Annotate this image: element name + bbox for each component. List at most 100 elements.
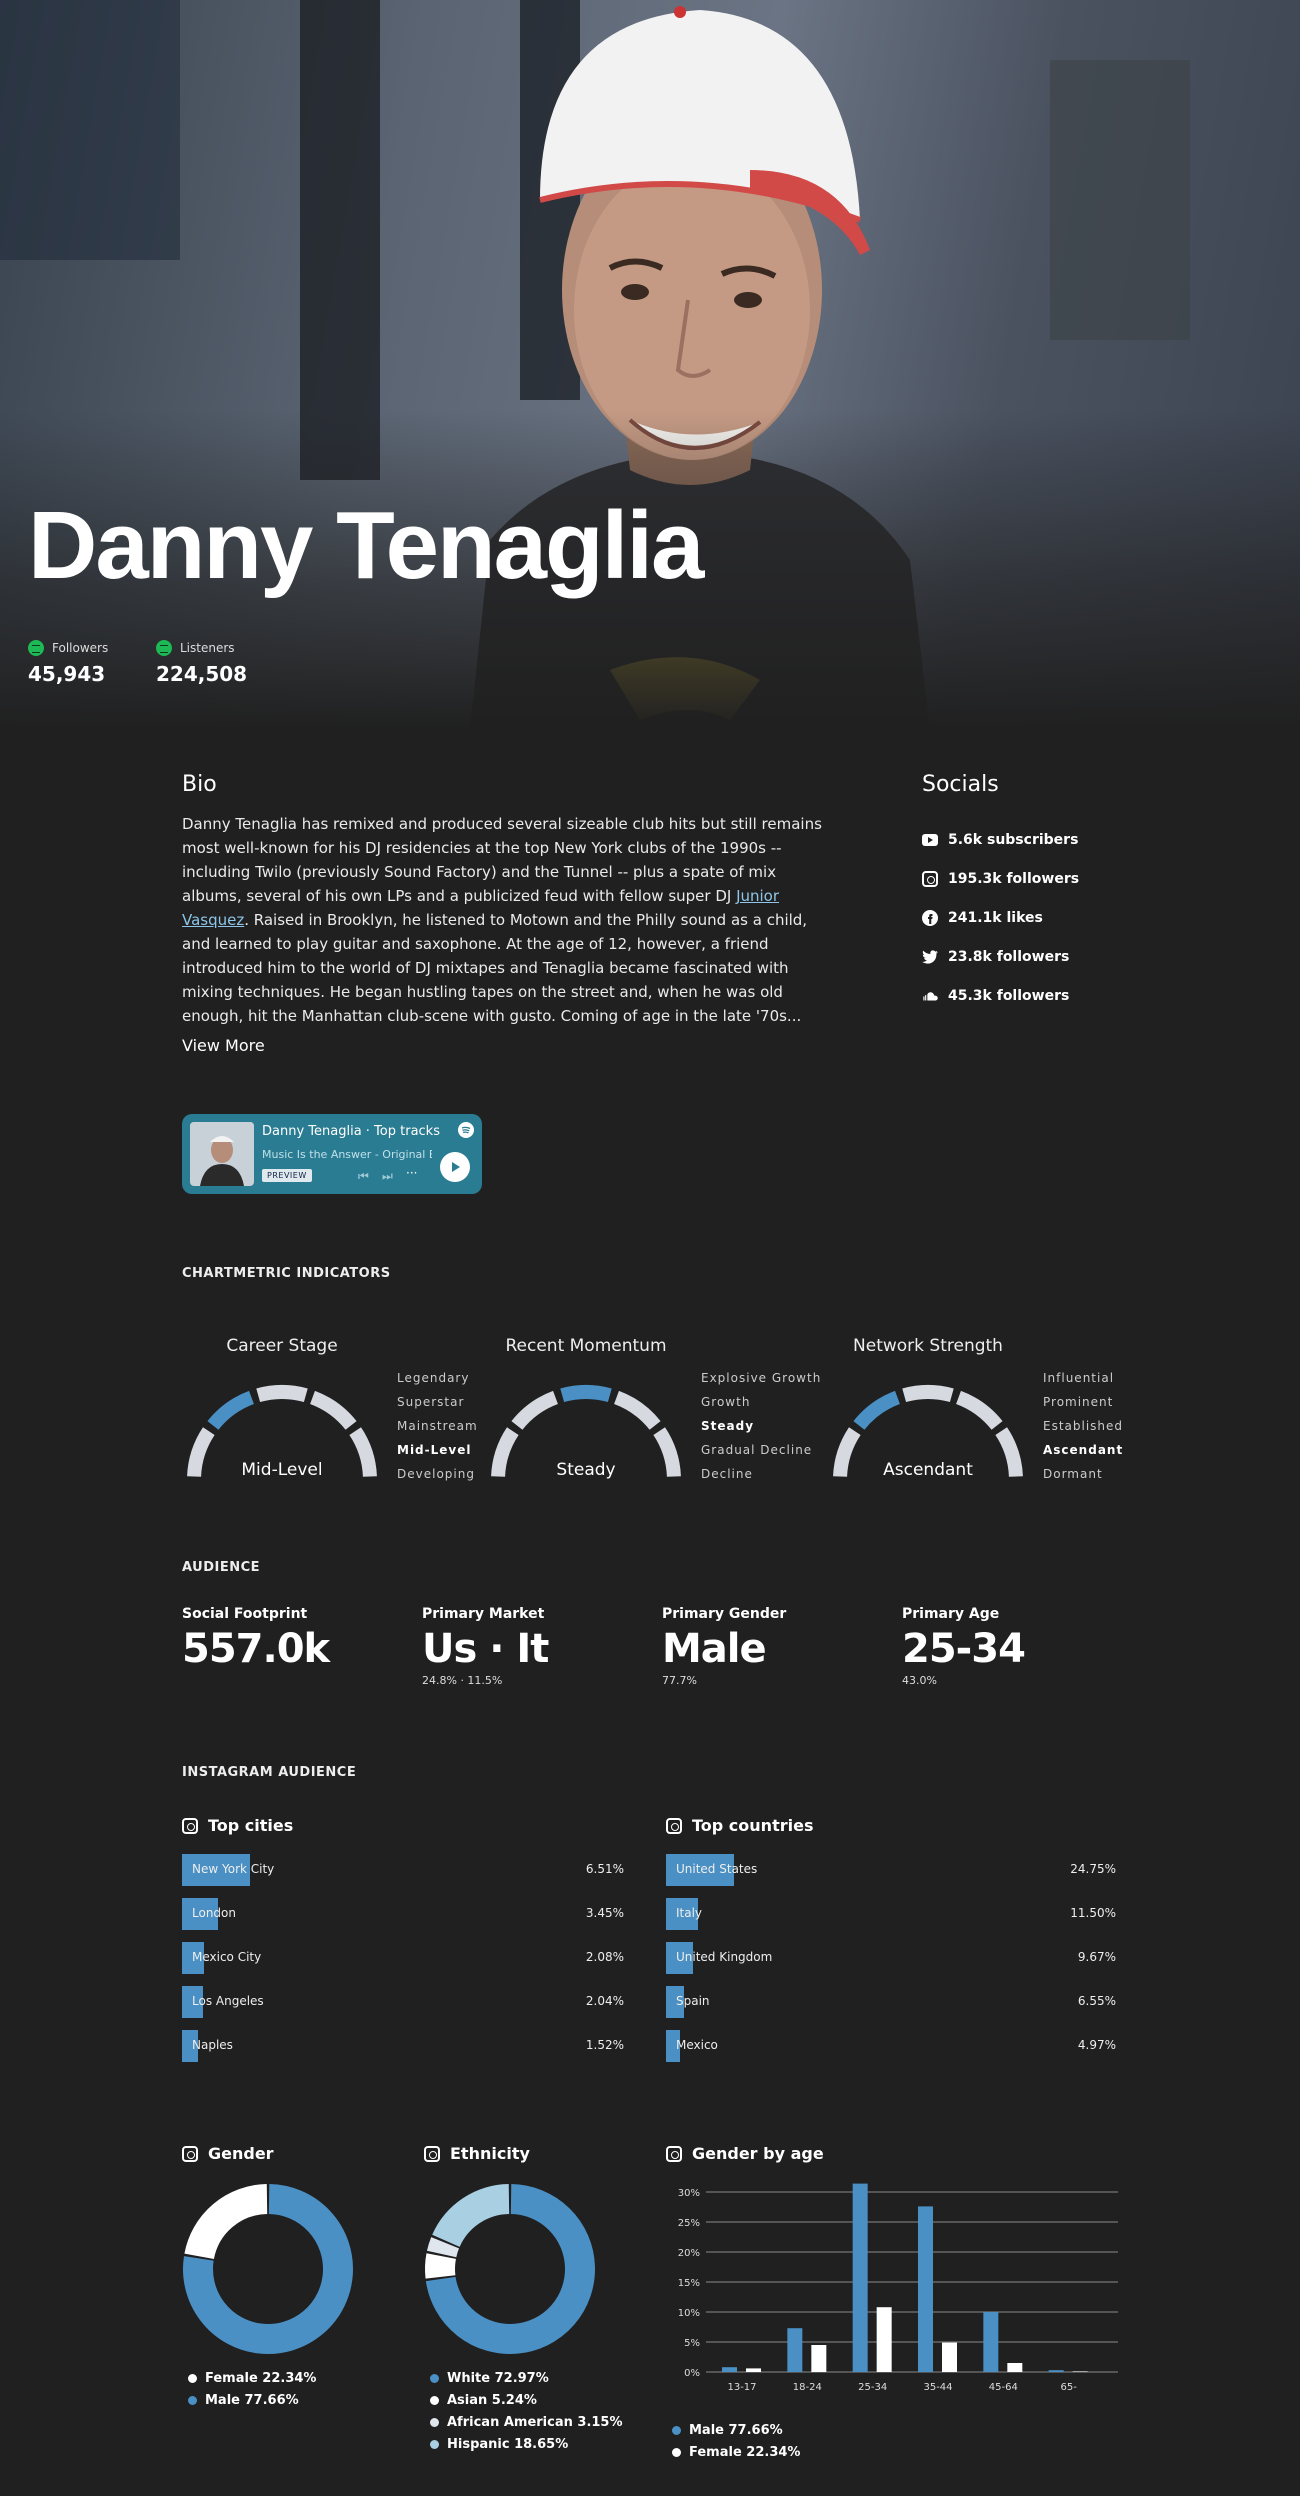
spotify-embed[interactable]: Danny Tenaglia · Top tracks Music Is the… bbox=[182, 1114, 482, 1194]
donut-slice bbox=[425, 2253, 457, 2279]
gauge-segment bbox=[309, 1390, 357, 1430]
social-facebook[interactable]: 241.1k likes bbox=[922, 898, 1079, 937]
legend-swatch bbox=[188, 2396, 197, 2405]
country-percent: 4.97% bbox=[1077, 2038, 1116, 2052]
bar-male bbox=[918, 2206, 933, 2372]
gender-by-age-legend: Male 77.66% Female 22.34% bbox=[672, 2420, 800, 2464]
artist-name: Danny Tenaglia bbox=[28, 492, 704, 599]
city-row: London 3.45% bbox=[182, 1898, 624, 1930]
city-row: Mexico City 2.08% bbox=[182, 1942, 624, 1974]
level-item: Prominent bbox=[1043, 1395, 1114, 1409]
network-strength-value: Ascendant bbox=[883, 1460, 973, 1480]
stat-sub: 77.7% bbox=[662, 1674, 697, 1687]
instagram-icon bbox=[182, 2145, 198, 2162]
legend-label: African American 3.15% bbox=[447, 2415, 623, 2430]
next-track-icon[interactable]: ⏭ bbox=[382, 1169, 393, 1184]
more-options-icon[interactable]: ··· bbox=[406, 1166, 417, 1180]
country-name: Italy bbox=[676, 1906, 703, 1920]
social-soundcloud[interactable]: 45.3k followers bbox=[922, 976, 1079, 1015]
level-item: Growth bbox=[701, 1395, 751, 1409]
twitter-icon bbox=[922, 949, 938, 965]
x-tick-label: 35-44 bbox=[923, 2382, 952, 2393]
level-item: Decline bbox=[701, 1467, 753, 1481]
bar-female bbox=[1007, 2363, 1023, 2372]
level-item-active: Mid-Level bbox=[397, 1443, 472, 1457]
bar-female bbox=[1072, 2371, 1088, 2372]
ethnicity-legend: White 72.97% Asian 5.24% African American … bbox=[430, 2368, 623, 2456]
instagram-icon bbox=[666, 2145, 682, 2162]
country-percent: 6.55% bbox=[1077, 1994, 1116, 2008]
city-row: Los Angeles 2.04% bbox=[182, 1986, 624, 2018]
instagram-icon bbox=[922, 870, 938, 887]
stat-label: Primary Gender bbox=[662, 1606, 787, 1622]
listeners-label: Listeners bbox=[180, 641, 235, 655]
play-button[interactable] bbox=[440, 1152, 470, 1182]
bio-text-start: Danny Tenaglia has remixed and produced … bbox=[182, 815, 822, 905]
city-name: London bbox=[192, 1906, 236, 1920]
gauge-segment bbox=[955, 1390, 1003, 1430]
legend-label: Male 77.66% bbox=[205, 2393, 299, 2408]
x-tick-label: 25-34 bbox=[858, 2382, 887, 2393]
view-more-button[interactable]: View More bbox=[182, 1036, 265, 1055]
top-cities-heading: Top cities bbox=[182, 1816, 293, 1835]
gender-by-age-title: Gender by age bbox=[692, 2144, 824, 2163]
level-item-active: Steady bbox=[701, 1419, 755, 1433]
stat-label: Primary Age bbox=[902, 1606, 1000, 1622]
y-tick-label: 20% bbox=[678, 2248, 700, 2259]
social-footprint-stat: Social Footprint 557.0k bbox=[182, 1606, 330, 1672]
legend-swatch bbox=[430, 2396, 439, 2405]
donut-slice bbox=[426, 2237, 460, 2258]
spotify-icon bbox=[156, 640, 172, 656]
previous-track-icon[interactable]: ⏮ bbox=[358, 1169, 369, 1184]
primary-age-stat: Primary Age 25-34 43.0% bbox=[902, 1606, 1026, 1687]
gauge-segment bbox=[560, 1385, 612, 1403]
city-name: Los Angeles bbox=[192, 1994, 264, 2008]
recent-momentum-levels: Explosive Growth Growth Steady Gradual D… bbox=[701, 1366, 821, 1486]
city-percent: 2.08% bbox=[585, 1950, 624, 1964]
stat-value: Male bbox=[662, 1626, 767, 1672]
bar-male bbox=[852, 2183, 868, 2372]
bar-male bbox=[1048, 2370, 1064, 2372]
top-countries-title: Top countries bbox=[692, 1816, 814, 1835]
level-item: Developing bbox=[397, 1467, 475, 1481]
soundcloud-icon bbox=[922, 988, 938, 1004]
donut-slice bbox=[184, 2184, 268, 2260]
embed-artist-thumbnail bbox=[190, 1122, 254, 1186]
level-item: Explosive Growth bbox=[701, 1371, 822, 1385]
country-percent: 24.75% bbox=[1070, 1862, 1116, 1876]
social-instagram[interactable]: 195.3k followers bbox=[922, 859, 1079, 898]
legend-swatch bbox=[672, 2448, 681, 2457]
city-percent: 1.52% bbox=[585, 2038, 624, 2052]
network-strength-levels: Influential Prominent Established Ascend… bbox=[1043, 1366, 1123, 1486]
legend-item: White 72.97% bbox=[430, 2368, 623, 2390]
instagram-audience-heading: INSTAGRAM AUDIENCE bbox=[182, 1765, 357, 1780]
y-tick-label: 15% bbox=[678, 2278, 700, 2289]
network-strength-title: Network Strength bbox=[853, 1336, 1003, 1356]
country-row: Mexico 4.97% bbox=[666, 2030, 1116, 2062]
primary-market-stat: Primary Market Us · It 24.8% · 11.5% bbox=[422, 1606, 549, 1687]
social-youtube[interactable]: 5.6k subscribers bbox=[922, 820, 1079, 859]
instagram-icon bbox=[182, 1817, 198, 1834]
gauge-segment bbox=[613, 1390, 661, 1430]
followers-label: Followers bbox=[52, 641, 109, 655]
bar-female bbox=[876, 2307, 892, 2372]
level-item: Established bbox=[1043, 1419, 1124, 1433]
legend-item: Hispanic 18.65% bbox=[430, 2434, 623, 2456]
instagram-icon bbox=[666, 1817, 682, 1834]
socials-list: 5.6k subscribers 195.3k followers 241.1k… bbox=[922, 820, 1079, 1015]
legend-swatch bbox=[188, 2374, 197, 2383]
country-name: Spain bbox=[676, 1994, 710, 2008]
y-tick-label: 10% bbox=[678, 2308, 700, 2319]
background-pillar bbox=[300, 0, 380, 480]
country-percent: 11.50% bbox=[1070, 1906, 1116, 1920]
level-item: Gradual Decline bbox=[701, 1443, 813, 1457]
city-percent: 2.04% bbox=[585, 1994, 624, 2008]
level-item: Superstar bbox=[397, 1395, 465, 1409]
social-facebook-text: 241.1k likes bbox=[948, 909, 1043, 926]
social-twitter[interactable]: 23.8k followers bbox=[922, 937, 1079, 976]
city-name: New York City bbox=[192, 1862, 275, 1876]
top-countries-heading: Top countries bbox=[666, 1816, 813, 1835]
bar-male bbox=[787, 2328, 803, 2372]
stat-value: 25-34 bbox=[902, 1626, 1026, 1672]
legend-swatch bbox=[672, 2426, 681, 2435]
